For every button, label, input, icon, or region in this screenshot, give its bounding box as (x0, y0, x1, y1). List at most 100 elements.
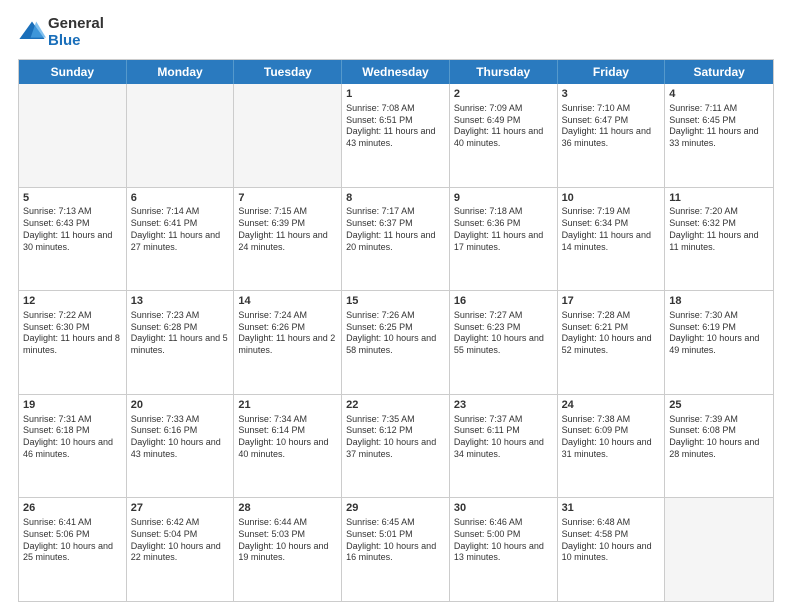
page: General Blue SundayMondayTuesdayWednesda… (0, 0, 792, 612)
day-info: Sunrise: 7:13 AM Sunset: 6:43 PM Dayligh… (23, 206, 122, 253)
day-cell-16: 16Sunrise: 7:27 AM Sunset: 6:23 PM Dayli… (450, 291, 558, 394)
day-cell-28: 28Sunrise: 6:44 AM Sunset: 5:03 PM Dayli… (234, 498, 342, 601)
day-cell-23: 23Sunrise: 7:37 AM Sunset: 6:11 PM Dayli… (450, 395, 558, 498)
day-info: Sunrise: 7:15 AM Sunset: 6:39 PM Dayligh… (238, 206, 337, 253)
weekday-header-tuesday: Tuesday (234, 60, 342, 84)
day-info: Sunrise: 7:37 AM Sunset: 6:11 PM Dayligh… (454, 414, 553, 461)
day-cell-24: 24Sunrise: 7:38 AM Sunset: 6:09 PM Dayli… (558, 395, 666, 498)
day-info: Sunrise: 6:41 AM Sunset: 5:06 PM Dayligh… (23, 517, 122, 564)
day-info: Sunrise: 7:23 AM Sunset: 6:28 PM Dayligh… (131, 310, 230, 357)
day-cell-11: 11Sunrise: 7:20 AM Sunset: 6:32 PM Dayli… (665, 188, 773, 291)
header: General Blue (18, 16, 774, 49)
calendar-row-2: 5Sunrise: 7:13 AM Sunset: 6:43 PM Daylig… (19, 187, 773, 291)
day-info: Sunrise: 7:31 AM Sunset: 6:18 PM Dayligh… (23, 414, 122, 461)
day-info: Sunrise: 7:18 AM Sunset: 6:36 PM Dayligh… (454, 206, 553, 253)
day-number: 29 (346, 501, 445, 516)
day-cell-21: 21Sunrise: 7:34 AM Sunset: 6:14 PM Dayli… (234, 395, 342, 498)
day-number: 22 (346, 398, 445, 413)
day-info: Sunrise: 7:35 AM Sunset: 6:12 PM Dayligh… (346, 414, 445, 461)
day-info: Sunrise: 6:45 AM Sunset: 5:01 PM Dayligh… (346, 517, 445, 564)
day-info: Sunrise: 7:20 AM Sunset: 6:32 PM Dayligh… (669, 206, 769, 253)
calendar-row-4: 19Sunrise: 7:31 AM Sunset: 6:18 PM Dayli… (19, 394, 773, 498)
day-cell-7: 7Sunrise: 7:15 AM Sunset: 6:39 PM Daylig… (234, 188, 342, 291)
day-info: Sunrise: 7:08 AM Sunset: 6:51 PM Dayligh… (346, 103, 445, 150)
day-number: 17 (562, 294, 661, 309)
day-cell-4: 4Sunrise: 7:11 AM Sunset: 6:45 PM Daylig… (665, 84, 773, 187)
day-number: 27 (131, 501, 230, 516)
day-number: 12 (23, 294, 122, 309)
day-cell-25: 25Sunrise: 7:39 AM Sunset: 6:08 PM Dayli… (665, 395, 773, 498)
day-number: 15 (346, 294, 445, 309)
day-info: Sunrise: 7:19 AM Sunset: 6:34 PM Dayligh… (562, 206, 661, 253)
weekday-header-saturday: Saturday (665, 60, 773, 84)
day-number: 25 (669, 398, 769, 413)
day-info: Sunrise: 7:38 AM Sunset: 6:09 PM Dayligh… (562, 414, 661, 461)
day-number: 30 (454, 501, 553, 516)
day-cell-30: 30Sunrise: 6:46 AM Sunset: 5:00 PM Dayli… (450, 498, 558, 601)
day-cell-10: 10Sunrise: 7:19 AM Sunset: 6:34 PM Dayli… (558, 188, 666, 291)
day-info: Sunrise: 7:17 AM Sunset: 6:37 PM Dayligh… (346, 206, 445, 253)
day-info: Sunrise: 6:46 AM Sunset: 5:00 PM Dayligh… (454, 517, 553, 564)
day-number: 4 (669, 87, 769, 102)
calendar-row-1: 1Sunrise: 7:08 AM Sunset: 6:51 PM Daylig… (19, 84, 773, 187)
weekday-header-wednesday: Wednesday (342, 60, 450, 84)
day-cell-22: 22Sunrise: 7:35 AM Sunset: 6:12 PM Dayli… (342, 395, 450, 498)
day-cell-19: 19Sunrise: 7:31 AM Sunset: 6:18 PM Dayli… (19, 395, 127, 498)
weekday-header-monday: Monday (127, 60, 235, 84)
day-number: 10 (562, 191, 661, 206)
day-cell-17: 17Sunrise: 7:28 AM Sunset: 6:21 PM Dayli… (558, 291, 666, 394)
day-cell-26: 26Sunrise: 6:41 AM Sunset: 5:06 PM Dayli… (19, 498, 127, 601)
day-cell-8: 8Sunrise: 7:17 AM Sunset: 6:37 PM Daylig… (342, 188, 450, 291)
day-number: 7 (238, 191, 337, 206)
day-number: 1 (346, 87, 445, 102)
day-number: 5 (23, 191, 122, 206)
day-cell-15: 15Sunrise: 7:26 AM Sunset: 6:25 PM Dayli… (342, 291, 450, 394)
day-info: Sunrise: 6:44 AM Sunset: 5:03 PM Dayligh… (238, 517, 337, 564)
calendar-row-3: 12Sunrise: 7:22 AM Sunset: 6:30 PM Dayli… (19, 290, 773, 394)
day-info: Sunrise: 7:22 AM Sunset: 6:30 PM Dayligh… (23, 310, 122, 357)
day-number: 14 (238, 294, 337, 309)
day-info: Sunrise: 7:28 AM Sunset: 6:21 PM Dayligh… (562, 310, 661, 357)
day-number: 28 (238, 501, 337, 516)
day-number: 2 (454, 87, 553, 102)
day-number: 13 (131, 294, 230, 309)
day-number: 3 (562, 87, 661, 102)
weekday-header-sunday: Sunday (19, 60, 127, 84)
day-info: Sunrise: 7:14 AM Sunset: 6:41 PM Dayligh… (131, 206, 230, 253)
day-cell-2: 2Sunrise: 7:09 AM Sunset: 6:49 PM Daylig… (450, 84, 558, 187)
weekday-header-thursday: Thursday (450, 60, 558, 84)
day-number: 19 (23, 398, 122, 413)
day-number: 24 (562, 398, 661, 413)
logo: General Blue (18, 16, 104, 49)
calendar: SundayMondayTuesdayWednesdayThursdayFrid… (18, 59, 774, 602)
day-cell-1: 1Sunrise: 7:08 AM Sunset: 6:51 PM Daylig… (342, 84, 450, 187)
day-number: 8 (346, 191, 445, 206)
empty-cell (665, 498, 773, 601)
day-info: Sunrise: 7:10 AM Sunset: 6:47 PM Dayligh… (562, 103, 661, 150)
day-cell-14: 14Sunrise: 7:24 AM Sunset: 6:26 PM Dayli… (234, 291, 342, 394)
day-cell-18: 18Sunrise: 7:30 AM Sunset: 6:19 PM Dayli… (665, 291, 773, 394)
day-cell-3: 3Sunrise: 7:10 AM Sunset: 6:47 PM Daylig… (558, 84, 666, 187)
day-cell-12: 12Sunrise: 7:22 AM Sunset: 6:30 PM Dayli… (19, 291, 127, 394)
day-info: Sunrise: 7:09 AM Sunset: 6:49 PM Dayligh… (454, 103, 553, 150)
empty-cell (234, 84, 342, 187)
day-number: 9 (454, 191, 553, 206)
logo-text-general: General (48, 16, 104, 33)
day-number: 6 (131, 191, 230, 206)
calendar-header: SundayMondayTuesdayWednesdayThursdayFrid… (19, 60, 773, 84)
logo-icon (18, 18, 46, 46)
day-number: 21 (238, 398, 337, 413)
empty-cell (19, 84, 127, 187)
day-number: 16 (454, 294, 553, 309)
day-number: 18 (669, 294, 769, 309)
empty-cell (127, 84, 235, 187)
day-cell-20: 20Sunrise: 7:33 AM Sunset: 6:16 PM Dayli… (127, 395, 235, 498)
day-info: Sunrise: 7:33 AM Sunset: 6:16 PM Dayligh… (131, 414, 230, 461)
day-cell-5: 5Sunrise: 7:13 AM Sunset: 6:43 PM Daylig… (19, 188, 127, 291)
calendar-row-5: 26Sunrise: 6:41 AM Sunset: 5:06 PM Dayli… (19, 497, 773, 601)
day-info: Sunrise: 7:11 AM Sunset: 6:45 PM Dayligh… (669, 103, 769, 150)
day-number: 31 (562, 501, 661, 516)
day-info: Sunrise: 7:34 AM Sunset: 6:14 PM Dayligh… (238, 414, 337, 461)
day-cell-9: 9Sunrise: 7:18 AM Sunset: 6:36 PM Daylig… (450, 188, 558, 291)
day-info: Sunrise: 7:24 AM Sunset: 6:26 PM Dayligh… (238, 310, 337, 357)
